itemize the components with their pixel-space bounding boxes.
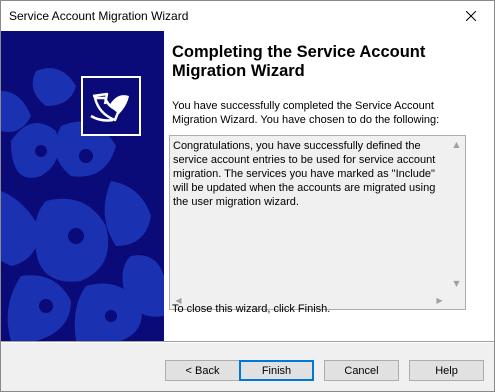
title-bar: Service Account Migration Wizard [1, 1, 494, 31]
page-title: Completing the Service Account Migration… [172, 43, 426, 80]
close-button[interactable] [448, 1, 494, 31]
summary-text: Congratulations, you have successfully d… [173, 140, 436, 208]
scroll-down-icon[interactable]: ▼ [448, 275, 465, 292]
intro-text: You have successfully completed the Serv… [172, 100, 440, 126]
window-title: Service Account Migration Wizard [9, 9, 189, 23]
wizard-side-panel [1, 31, 164, 341]
outro-text: To close this wizard, click Finish. [172, 303, 331, 315]
vertical-scrollbar[interactable]: ▲ ▼ [448, 136, 465, 292]
cancel-button[interactable]: Cancel [324, 360, 399, 381]
close-icon [466, 11, 476, 21]
wizard-logo-icon [90, 92, 129, 122]
wizard-window: Service Account Migration Wizard Complet… [0, 0, 495, 392]
wizard-content: Completing the Service Account Migration… [164, 31, 494, 341]
scroll-right-icon[interactable]: ▶ [431, 292, 448, 309]
finish-button[interactable]: Finish [239, 360, 314, 381]
wizard-logo [81, 76, 141, 136]
scroll-up-icon[interactable]: ▲ [448, 136, 465, 153]
scrollbar-corner [448, 292, 465, 309]
help-button[interactable]: Help [409, 360, 484, 381]
back-button[interactable]: < Back [165, 360, 240, 381]
summary-textbox[interactable]: Congratulations, you have successfully d… [169, 135, 466, 310]
